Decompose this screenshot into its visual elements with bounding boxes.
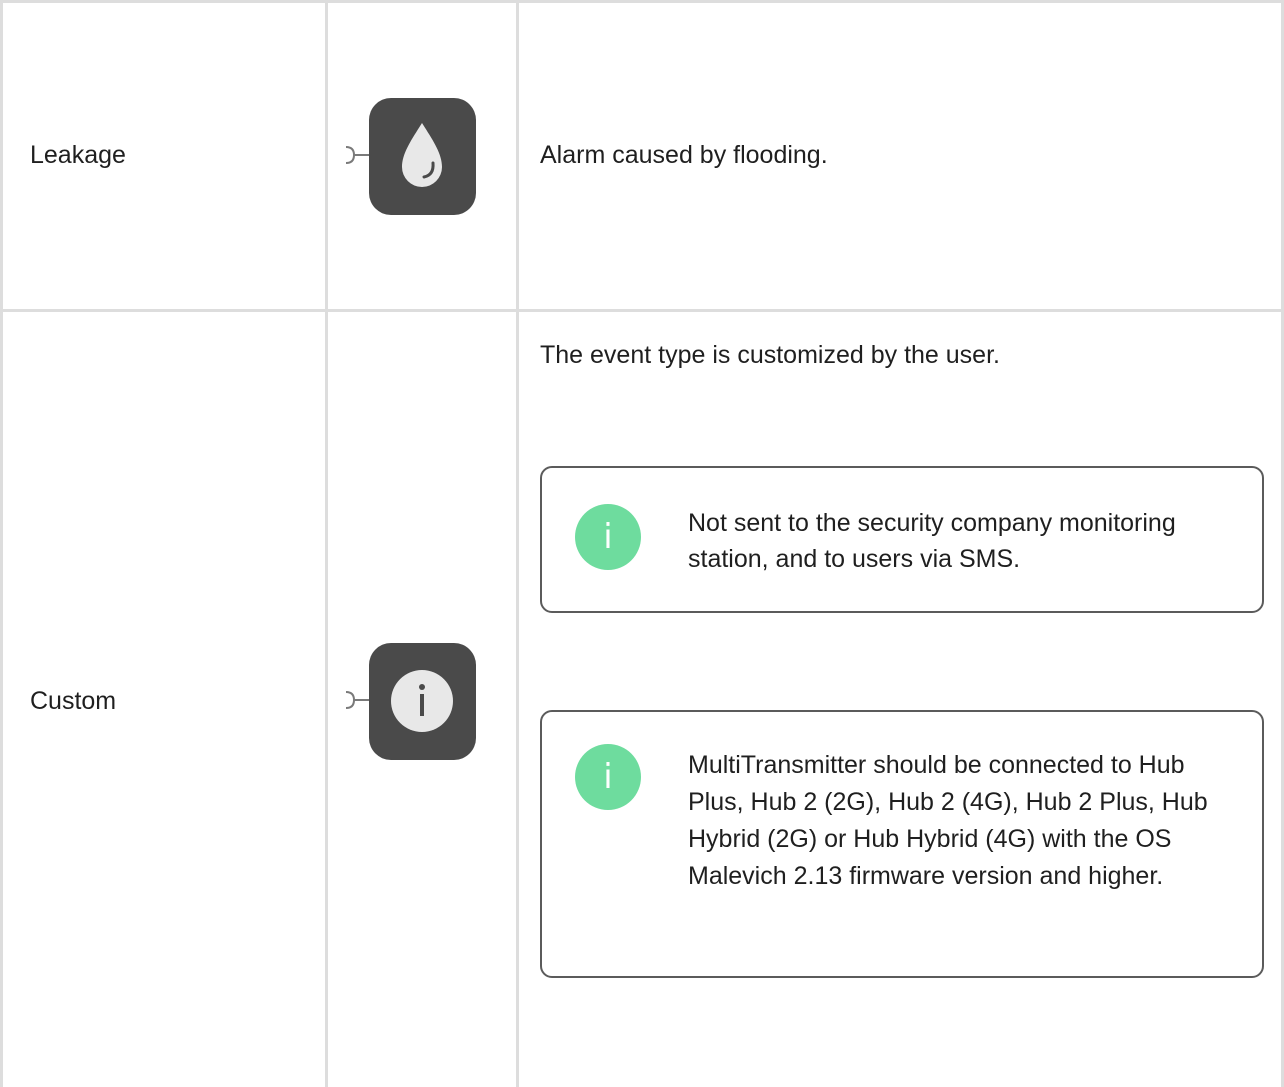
- event-name-custom: Custom: [30, 687, 117, 715]
- event-description-custom: The event type is customized by the user…: [540, 341, 1000, 369]
- water-drop-icon: [340, 97, 480, 217]
- event-name-leakage: Leakage: [30, 141, 126, 169]
- info-note-text: MultiTransmitter should be connected to …: [688, 751, 1208, 890]
- row-divider: [0, 309, 1284, 312]
- table-border-top: [0, 0, 1284, 3]
- info-icon: [340, 642, 480, 762]
- column-divider-1: [325, 0, 328, 1087]
- event-types-table: Leakage Alarm caused by flooding. Custom: [0, 0, 1284, 1087]
- table-border-left: [0, 0, 3, 1087]
- event-description-leakage: Alarm caused by flooding.: [540, 141, 828, 169]
- column-divider-2: [516, 0, 519, 1087]
- info-badge-icon: i: [575, 744, 641, 810]
- info-note-text: Not sent to the security company monitor…: [688, 509, 1176, 573]
- info-note-compatibility: i MultiTransmitter should be connected t…: [540, 710, 1264, 978]
- info-note-sms: i Not sent to the security company monit…: [540, 466, 1264, 613]
- info-badge-icon: i: [575, 504, 641, 570]
